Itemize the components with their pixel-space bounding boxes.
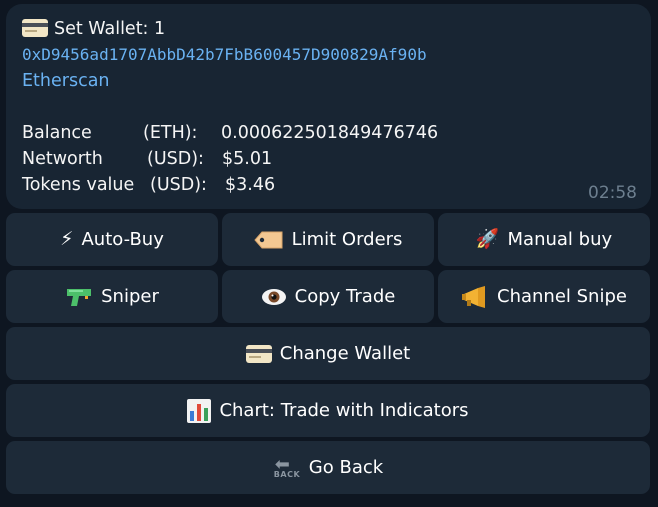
tokens-value-label: Tokens value bbox=[22, 175, 135, 195]
wallet-title: Set Wallet: 1 bbox=[22, 17, 165, 41]
eye-icon bbox=[261, 288, 287, 306]
credit-card-icon bbox=[245, 344, 272, 363]
water-pistol-icon bbox=[65, 286, 93, 308]
balance-row: Balance (ETH): 0.000622501849476746 bbox=[22, 121, 622, 145]
networth-label: Networth bbox=[22, 149, 103, 169]
message-time: 02:58 bbox=[588, 183, 637, 203]
tokens-value-row: Tokens value (USD): $3.46 bbox=[22, 173, 622, 197]
etherscan-link[interactable]: Etherscan bbox=[22, 69, 110, 93]
bar-chart-icon bbox=[187, 398, 212, 423]
balance-value: 0.000622501849476746 bbox=[221, 123, 439, 143]
lightning-icon: ⚡ bbox=[60, 228, 74, 250]
networth-value: $5.01 bbox=[222, 149, 273, 169]
balance-label: Balance bbox=[22, 123, 92, 143]
auto-buy-button[interactable]: ⚡ Auto-Buy bbox=[6, 213, 218, 266]
sniper-button[interactable]: Sniper bbox=[6, 270, 218, 323]
limit-orders-button[interactable]: Limit Orders bbox=[222, 213, 434, 266]
label-tag-icon bbox=[253, 231, 284, 249]
go-back-button[interactable]: ⬅ BACK Go Back bbox=[6, 441, 650, 494]
change-wallet-button[interactable]: Change Wallet bbox=[6, 327, 650, 380]
credit-card-icon bbox=[22, 19, 48, 37]
manual-buy-button[interactable]: 🚀 Manual buy bbox=[438, 213, 650, 266]
rocket-icon: 🚀 bbox=[475, 228, 500, 250]
tokens-value-amount: $3.46 bbox=[225, 175, 276, 195]
networth-row: Networth (USD): $5.01 bbox=[22, 147, 622, 171]
bot-message: Set Wallet: 1 0xD9456ad1707AbbD42b7FbB60… bbox=[6, 4, 651, 209]
back-arrow-icon: ⬅ BACK bbox=[273, 453, 301, 479]
channel-snipe-button[interactable]: Channel Snipe bbox=[438, 270, 650, 323]
tokens-value-unit: (USD): bbox=[150, 175, 207, 195]
copy-trade-button[interactable]: Copy Trade bbox=[222, 270, 434, 323]
chart-trade-indicators-button[interactable]: Chart: Trade with Indicators bbox=[6, 384, 650, 437]
back-icon-text: BACK bbox=[273, 469, 301, 479]
networth-unit: (USD): bbox=[147, 149, 204, 169]
megaphone-icon bbox=[461, 285, 489, 308]
wallet-address[interactable]: 0xD9456ad1707AbbD42b7FbB600457D900829Af9… bbox=[22, 43, 427, 67]
balance-unit: (ETH): bbox=[143, 123, 198, 143]
